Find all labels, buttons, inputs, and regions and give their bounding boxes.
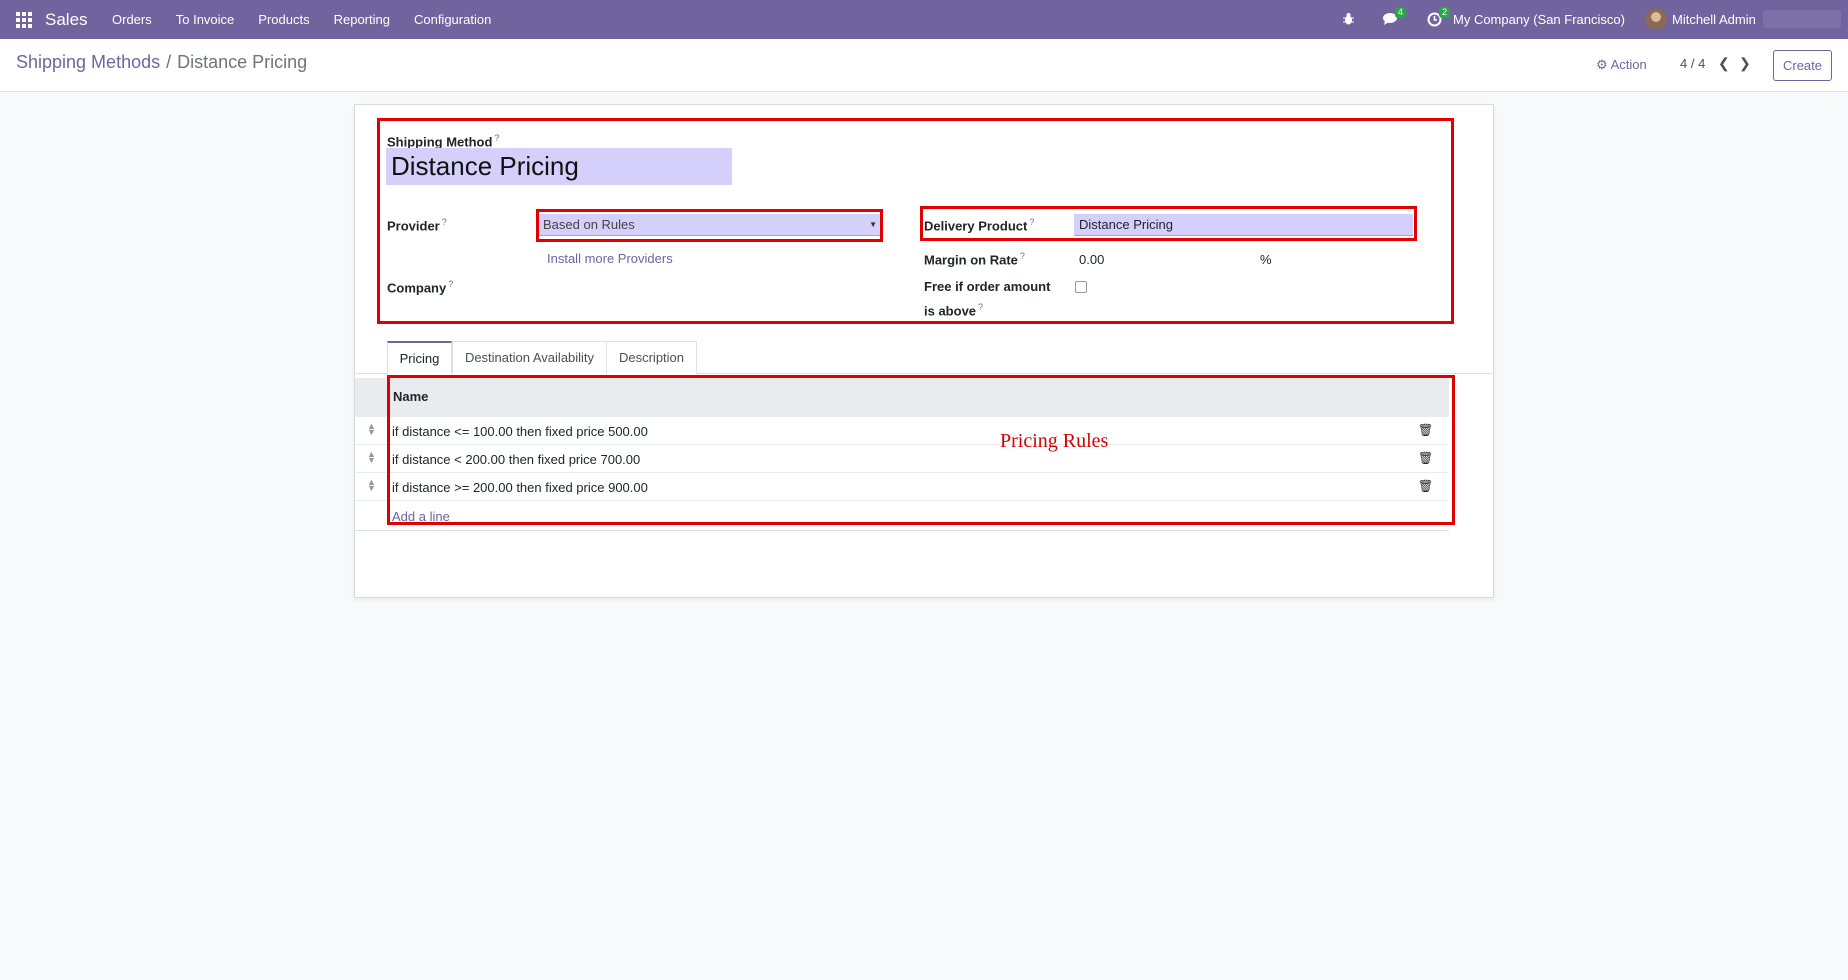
provider-value: Based on Rules <box>543 217 635 232</box>
avatar[interactable] <box>1645 8 1667 30</box>
user-db-blur <box>1763 10 1841 28</box>
pager-value[interactable]: 4 / 4 <box>1680 56 1705 71</box>
margin-input[interactable]: 0.00 <box>1079 252 1104 267</box>
action-label: Action <box>1610 57 1647 72</box>
table-bottom-border <box>355 530 1449 531</box>
add-line-link[interactable]: Add a line <box>392 509 450 524</box>
table-row[interactable]: ▲ ▼ if distance >= 200.00 then fixed pric… <box>355 473 1449 501</box>
rule-name[interactable]: if distance < 200.00 then fixed price 70… <box>392 452 640 467</box>
company-label: Company? <box>387 279 454 296</box>
column-name[interactable]: Name <box>393 389 428 404</box>
table-row[interactable]: ▲ ▼ if distance <= 100.00 then fixed pric… <box>355 417 1449 445</box>
create-button[interactable]: Create <box>1773 50 1832 81</box>
tab-pricing[interactable]: Pricing <box>387 341 452 374</box>
chevron-right-icon[interactable]: ❯ <box>1739 55 1751 72</box>
menu-orders[interactable]: Orders <box>112 12 152 27</box>
top-navbar: Sales Orders To Invoice Products Reporti… <box>0 0 1848 39</box>
delivery-product-label: Delivery Product? <box>924 217 1035 234</box>
margin-label: Margin on Rate? <box>924 251 1025 268</box>
breadcrumb: Shipping Methods / Distance Pricing <box>16 52 307 73</box>
clock-icon[interactable]: 2 <box>1427 7 1451 30</box>
drag-handle-icon[interactable]: ▲ ▼ <box>367 450 376 465</box>
user-menu[interactable]: Mitchell Admin <box>1672 12 1756 27</box>
main-menu: Orders To Invoice Products Reporting Con… <box>112 12 515 27</box>
help-icon[interactable]: ? <box>442 217 447 227</box>
breadcrumb-shipping-methods[interactable]: Shipping Methods <box>16 52 160 72</box>
tab-description[interactable]: Description <box>606 341 697 374</box>
caret-down-icon: ▼ <box>869 220 877 229</box>
menu-reporting[interactable]: Reporting <box>334 12 390 27</box>
action-button[interactable]: ⚙ Action <box>1596 57 1647 73</box>
trash-icon[interactable]: 🗑 <box>1418 479 1433 493</box>
chevron-left-icon[interactable]: ❮ <box>1718 55 1730 72</box>
trash-icon[interactable]: 🗑 <box>1418 423 1433 437</box>
help-icon[interactable]: ? <box>448 279 453 289</box>
app-name[interactable]: Sales <box>45 10 88 30</box>
annotation-pricing-rules: Pricing Rules <box>1000 430 1109 452</box>
free-label: Free if order amount is above? <box>924 279 1051 319</box>
messages-badge: 4 <box>1395 7 1407 18</box>
menu-products[interactable]: Products <box>258 12 309 27</box>
provider-label: Provider? <box>387 217 447 234</box>
control-panel: Shipping Methods / Distance Pricing ⚙ Acti… <box>0 39 1848 92</box>
activities-badge: 2 <box>1439 7 1451 18</box>
provider-select[interactable]: Based on Rules ▼ <box>539 214 880 236</box>
help-icon[interactable]: ? <box>1029 217 1034 227</box>
chat-icon[interactable]: 4 <box>1383 7 1407 29</box>
menu-to-invoice[interactable]: To Invoice <box>176 12 235 27</box>
margin-unit: % <box>1260 252 1272 267</box>
free-checkbox[interactable] <box>1075 281 1087 293</box>
company-switcher[interactable]: My Company (San Francisco) <box>1453 12 1625 27</box>
apps-grid-icon[interactable] <box>16 12 32 28</box>
gear-icon: ⚙ <box>1596 57 1608 72</box>
drag-handle-icon[interactable]: ▲ ▼ <box>367 422 376 437</box>
menu-configuration[interactable]: Configuration <box>414 12 491 27</box>
trash-icon[interactable]: 🗑 <box>1418 451 1433 465</box>
table-header: Name <box>355 378 1449 417</box>
drag-handle-icon[interactable]: ▲ ▼ <box>367 478 376 493</box>
install-providers-link[interactable]: Install more Providers <box>547 251 673 266</box>
breadcrumb-current: Distance Pricing <box>177 52 308 72</box>
rule-name[interactable]: if distance >= 200.00 then fixed price 9… <box>392 480 648 495</box>
delivery-product-input[interactable]: Distance Pricing <box>1074 214 1413 236</box>
shipping-method-input[interactable]: Distance Pricing <box>386 148 732 185</box>
rule-name[interactable]: if distance <= 100.00 then fixed price 5… <box>392 424 648 439</box>
bug-icon[interactable] <box>1342 12 1355 29</box>
help-icon[interactable]: ? <box>978 302 983 312</box>
tab-destination-availability[interactable]: Destination Availability <box>452 341 607 374</box>
help-icon[interactable]: ? <box>1020 251 1025 261</box>
table-row[interactable]: ▲ ▼ if distance < 200.00 then fixed price… <box>355 445 1449 473</box>
breadcrumb-separator: / <box>166 52 172 72</box>
help-icon[interactable]: ? <box>494 133 499 143</box>
